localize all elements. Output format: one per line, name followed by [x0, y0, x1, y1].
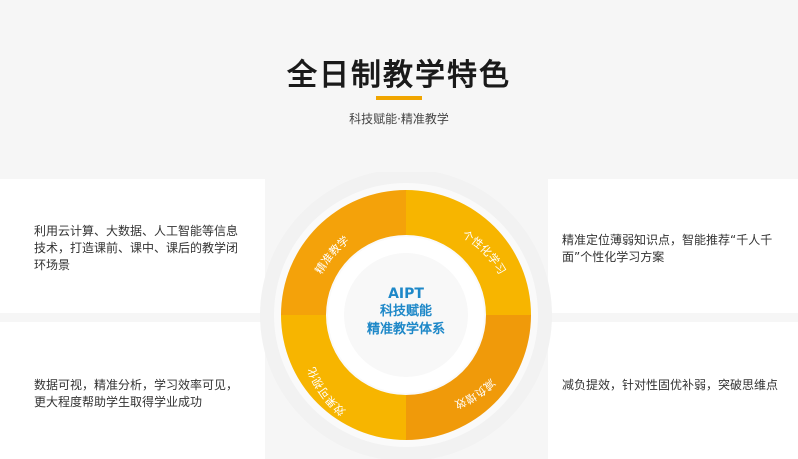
- feature-card-bottom-right: 减负提效，针对性固优补弱，突破思维点: [548, 322, 798, 459]
- feature-text: 减负提效，针对性固优补弱，突破思维点: [562, 378, 779, 392]
- feature-text: 利用云计算、大数据、人工智能等信息技术，打造课前、课中、课后的教学闭环场景: [34, 224, 239, 272]
- header-section: 全日制教学特色 科技赋能·精准教学: [0, 0, 798, 178]
- aipt-ring-diagram: 精准教学 个性化学习 减负增效 效果可视化 AIPT 科技赋能 精准教学体系: [256, 172, 556, 459]
- center-line-aipt: AIPT: [388, 286, 424, 302]
- feature-card-top-right: 精准定位薄弱知识点，智能推荐“千人千面”个性化学习方案: [548, 179, 798, 313]
- feature-text: 精准定位薄弱知识点，智能推荐“千人千面”个性化学习方案: [562, 233, 773, 264]
- title-underline: [376, 96, 422, 100]
- feature-card-bottom-left: 数据可视，精准分析，学习效率可见，更大程度帮助学生取得学业成功: [0, 322, 265, 459]
- center-line-tech: 科技赋能: [379, 304, 432, 319]
- page-subtitle: 科技赋能·精准教学: [349, 112, 449, 126]
- ring-center-text: AIPT 科技赋能 精准教学体系: [331, 285, 481, 339]
- page-title: 全日制教学特色: [287, 58, 511, 93]
- feature-text: 数据可视，精准分析，学习效率可见，更大程度帮助学生取得学业成功: [34, 378, 239, 409]
- feature-card-top-left: 利用云计算、大数据、人工智能等信息技术，打造课前、课中、课后的教学闭环场景: [0, 179, 265, 313]
- center-line-system: 精准教学体系: [366, 322, 445, 337]
